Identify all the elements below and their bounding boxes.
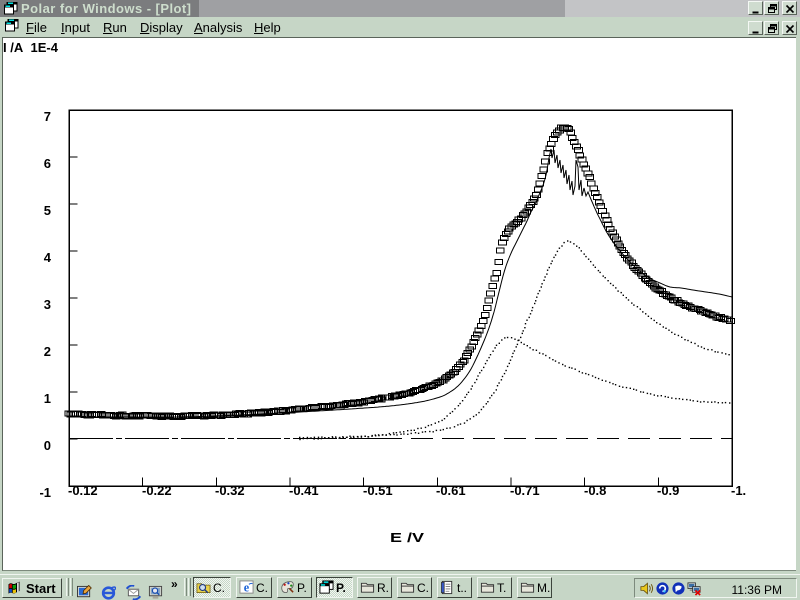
svg-text:-0.8: -0.8 (584, 483, 606, 498)
svg-text:6: 6 (44, 156, 51, 171)
svg-text:-0.22: -0.22 (142, 483, 172, 498)
svg-text:-0.41: -0.41 (289, 483, 319, 498)
svg-text:-0.61: -0.61 (436, 483, 466, 498)
svg-text:2: 2 (44, 344, 51, 359)
svg-text:0: 0 (44, 438, 51, 453)
svg-text:-0.51: -0.51 (363, 483, 393, 498)
svg-text:e: e (244, 580, 250, 594)
svg-text:E /V: E /V (390, 530, 424, 545)
svg-text:-1: -1 (39, 485, 51, 500)
svg-text:-1.: -1. (731, 483, 746, 498)
svg-text:5: 5 (44, 203, 51, 218)
svg-text:1: 1 (44, 391, 51, 406)
svg-text:4: 4 (44, 250, 52, 265)
svg-text:-0.71: -0.71 (510, 483, 540, 498)
svg-text:7: 7 (44, 109, 51, 124)
svg-text:I /A 1E-4: I /A 1E-4 (3, 40, 59, 55)
svg-text:-0.32: -0.32 (215, 483, 245, 498)
svg-text:-0.12: -0.12 (68, 483, 98, 498)
svg-text:3: 3 (44, 297, 51, 312)
svg-text:-0.9: -0.9 (657, 483, 679, 498)
